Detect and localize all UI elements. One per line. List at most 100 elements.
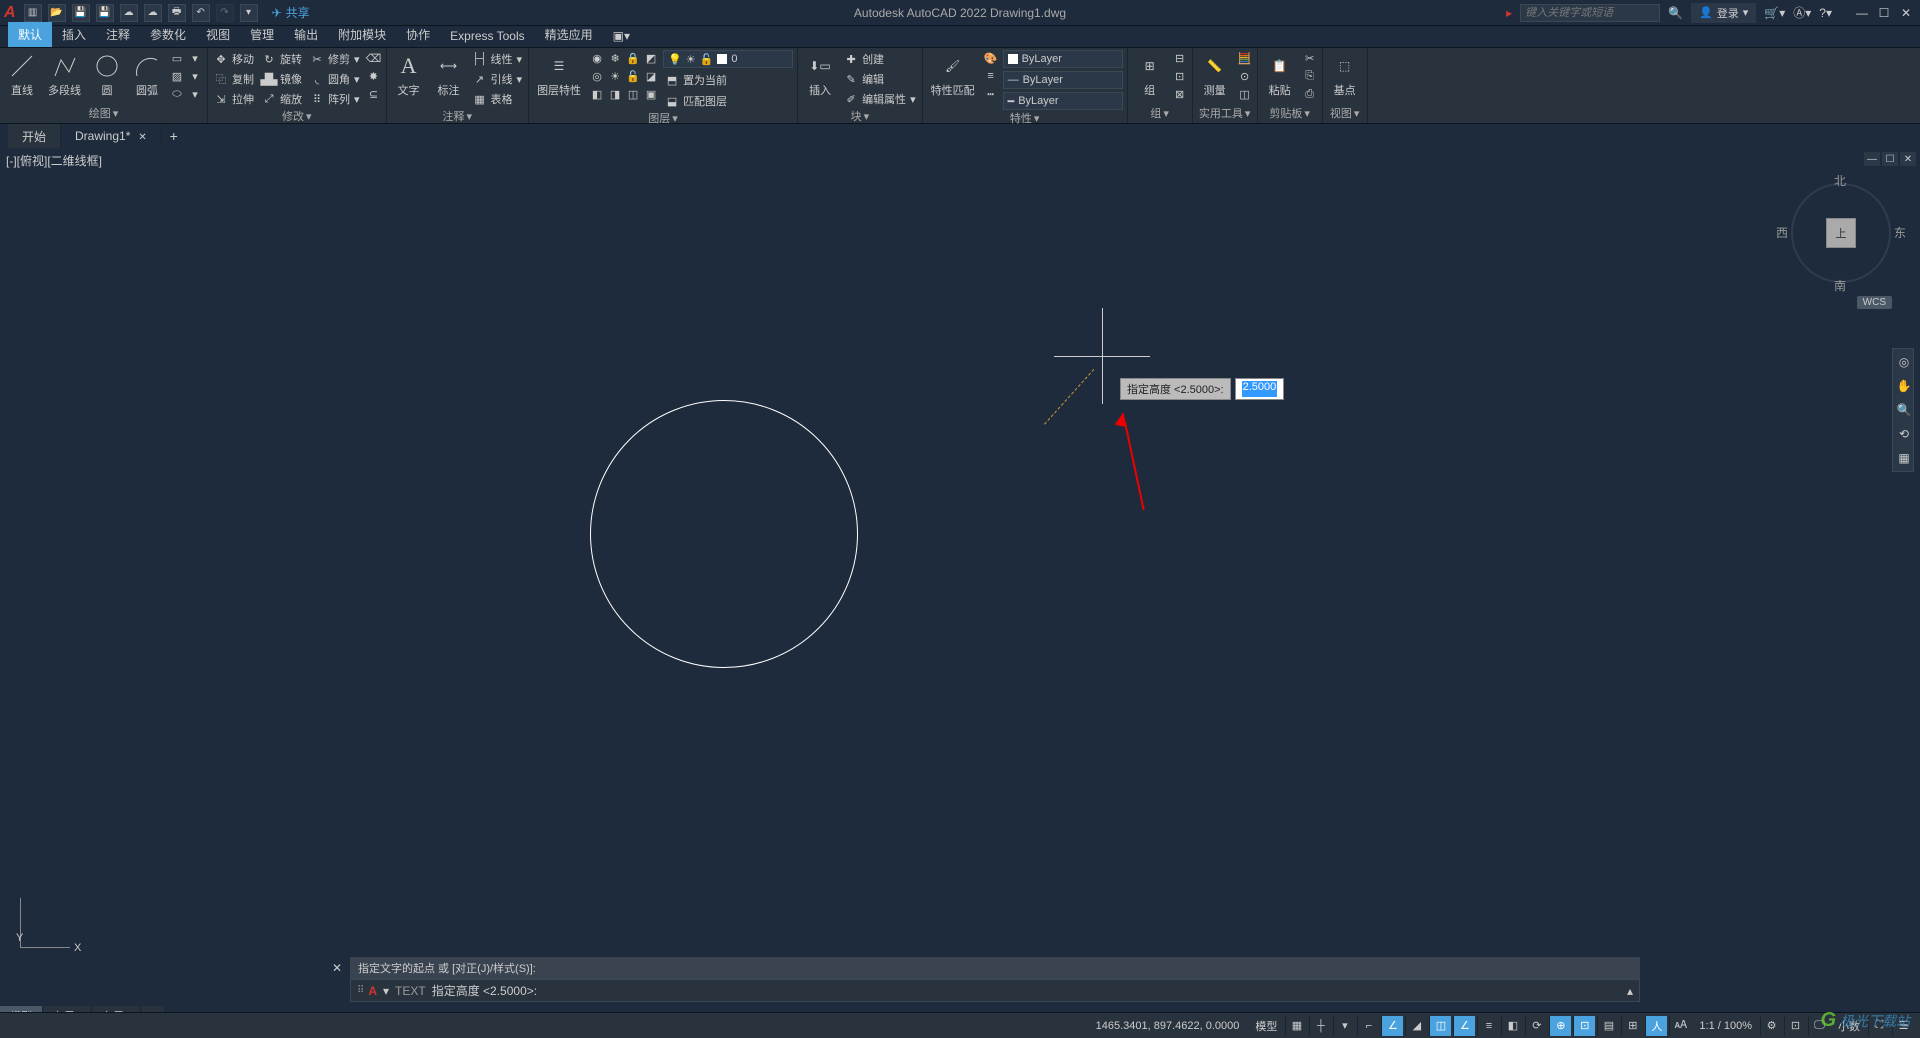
status-annotation-icon[interactable]: 人 <box>1645 1016 1667 1036</box>
table-button[interactable]: ▦表格 <box>471 90 525 108</box>
calc-icon[interactable]: 🧮 <box>1237 50 1253 66</box>
exchange-icon[interactable]: 🛒▾ <box>1764 6 1785 20</box>
line-button[interactable]: 直线 <box>4 50 40 100</box>
status-infer-icon[interactable]: ▾ <box>1333 1016 1355 1036</box>
layer-freeze-icon[interactable]: ❄ <box>607 50 623 66</box>
base-button[interactable]: ⬚基点 <box>1327 50 1363 100</box>
status-polar-icon[interactable]: ∠ <box>1381 1016 1403 1036</box>
layer-misc4-icon[interactable]: ▣ <box>643 86 659 102</box>
chevron-down-icon[interactable]: ▾ <box>864 110 870 123</box>
mirror-button[interactable]: ▟▙镜像 <box>260 70 304 88</box>
viewcube[interactable]: 上 北 南 西 东 <box>1786 178 1896 288</box>
qat-dropdown-icon[interactable]: ▾ <box>240 4 258 22</box>
status-annoscale-icon[interactable]: 🗚 <box>1669 1016 1691 1036</box>
chevron-down-icon[interactable]: ▾ <box>1034 112 1040 125</box>
ribbon-tab-view[interactable]: 视图 <box>196 22 240 47</box>
select-icon[interactable]: ◫ <box>1237 86 1253 102</box>
doc-tab-drawing1[interactable]: Drawing1*✕ <box>61 125 162 147</box>
ribbon-tab-default[interactable]: 默认 <box>8 22 52 47</box>
status-snap-icon[interactable]: ┼ <box>1309 1016 1331 1036</box>
chevron-down-icon[interactable]: ▾ <box>1163 107 1169 120</box>
search-input[interactable] <box>1520 4 1660 22</box>
qat-saveweb-icon[interactable]: ☁ <box>144 4 162 22</box>
block-editattr-button[interactable]: ✐编辑属性 ▾ <box>842 90 918 108</box>
circle-button[interactable]: 圆 <box>89 50 125 100</box>
a360-icon[interactable]: Ⓐ▾ <box>1793 4 1811 21</box>
lineweight-icon[interactable]: ≡ <box>983 68 999 84</box>
viewcube-east[interactable]: 东 <box>1894 224 1906 241</box>
layer-misc2-icon[interactable]: ◨ <box>607 86 623 102</box>
block-edit-button[interactable]: ✎编辑 <box>842 70 918 88</box>
drawing-viewport[interactable]: [-][俯视][二维线框] — ☐ ✕ 上 北 南 西 东 WCS ◎ ✋ 🔍 … <box>0 148 1920 1008</box>
qat-open-icon[interactable]: 📂 <box>48 4 66 22</box>
layer-off-icon[interactable]: ◉ <box>589 50 605 66</box>
qat-save-icon[interactable]: 💾 <box>72 4 90 22</box>
layer-iso-icon[interactable]: ◩ <box>643 50 659 66</box>
measure-button[interactable]: 📏测量 <box>1197 50 1233 100</box>
vp-minimize-icon[interactable]: — <box>1864 152 1880 166</box>
cut-icon[interactable]: ✂ <box>1302 50 1318 66</box>
viewport-label[interactable]: [-][俯视][二维线框] <box>6 152 102 169</box>
chevron-down-icon[interactable]: ▾ <box>187 50 203 66</box>
status-grid-icon[interactable]: ▦ <box>1285 1016 1307 1036</box>
search-arrow-icon[interactable]: ▸ <box>1506 6 1512 20</box>
layer-on-icon[interactable]: ◎ <box>589 68 605 84</box>
layer-misc1-icon[interactable]: ◧ <box>589 86 605 102</box>
chevron-down-icon[interactable]: ▾ <box>306 110 312 123</box>
chevron-down-icon[interactable]: ▾ <box>187 86 203 102</box>
status-otrack-icon[interactable]: ∠ <box>1453 1016 1475 1036</box>
color-combo[interactable]: ByLayer <box>1003 50 1123 68</box>
hatch-icon[interactable]: ▨ <box>169 68 185 84</box>
command-close-icon[interactable]: ✕ <box>332 961 342 975</box>
vp-maximize-icon[interactable]: ☐ <box>1882 152 1898 166</box>
linear-button[interactable]: ├┤线性 ▾ <box>471 50 525 68</box>
text-button[interactable]: A文字 <box>391 50 427 100</box>
viewcube-top[interactable]: 上 <box>1826 218 1856 248</box>
command-up-icon[interactable]: ▴ <box>1627 984 1633 998</box>
command-input-row[interactable]: ⠿ A ▾ TEXT 指定高度 <2.5000>: ▴ <box>350 979 1640 1002</box>
copy-clip-icon[interactable]: ⎘ <box>1302 68 1318 84</box>
close-button[interactable]: ✕ <box>1896 5 1916 21</box>
ribbon-tab-manage[interactable]: 管理 <box>240 22 284 47</box>
status-workspace-icon[interactable]: ⊡ <box>1784 1016 1806 1036</box>
block-create-button[interactable]: ✚创建 <box>842 50 918 68</box>
chevron-down-icon[interactable]: ▾ <box>467 110 473 123</box>
rect-icon[interactable]: ▭ <box>169 50 185 66</box>
status-gear-icon[interactable]: ⚙ <box>1760 1016 1782 1036</box>
layer-unlock-icon[interactable]: 🔓 <box>625 68 641 84</box>
chevron-down-icon[interactable]: ▾ <box>672 112 678 125</box>
status-quickprops-icon[interactable]: ▤ <box>1597 1016 1619 1036</box>
erase-icon[interactable]: ⌫ <box>366 50 382 66</box>
ribbon-tab-annotate[interactable]: 注释 <box>96 22 140 47</box>
group-button[interactable]: ⊞组 <box>1132 50 1168 100</box>
command-text-input[interactable] <box>543 985 1621 997</box>
paste-special-icon[interactable]: ⎙ <box>1302 86 1318 102</box>
viewcube-north[interactable]: 北 <box>1834 172 1846 189</box>
layer-lock-icon[interactable]: 🔒 <box>625 50 641 66</box>
help-icon[interactable]: ?▾ <box>1819 6 1832 20</box>
chevron-down-icon[interactable]: ▾ <box>383 984 389 998</box>
vp-close-icon[interactable]: ✕ <box>1900 152 1916 166</box>
new-tab-button[interactable]: + <box>162 128 186 144</box>
layer-misc3-icon[interactable]: ◫ <box>625 86 641 102</box>
qat-plot-icon[interactable]: 🖶 <box>168 4 186 22</box>
layer-thaw-icon[interactable]: ☀ <box>607 68 623 84</box>
wcs-badge[interactable]: WCS <box>1857 296 1892 309</box>
viewcube-west[interactable]: 西 <box>1776 224 1788 241</box>
fillet-button[interactable]: ◟圆角 ▾ <box>308 70 362 88</box>
chevron-down-icon[interactable]: ▾ <box>1304 107 1310 120</box>
point-icon[interactable]: ⊙ <box>1237 68 1253 84</box>
rotate-button[interactable]: ↻旋转 <box>260 50 304 68</box>
ribbon-tab-express[interactable]: Express Tools <box>440 25 534 47</box>
qat-saveas-icon[interactable]: 💾 <box>96 4 114 22</box>
match-props-button[interactable]: 🖌特性匹配 <box>927 50 979 100</box>
status-dyn-icon[interactable]: ⊕ <box>1549 1016 1571 1036</box>
share-button[interactable]: ✈ 共享 <box>272 4 310 21</box>
status-iso-icon[interactable]: ◢ <box>1405 1016 1427 1036</box>
command-drag-handle-icon[interactable]: ⠿ <box>357 985 362 996</box>
minimize-button[interactable]: — <box>1852 5 1872 21</box>
chevron-down-icon[interactable]: ▾ <box>187 68 203 84</box>
status-scale[interactable]: 1:1 / 100% <box>1693 1020 1758 1032</box>
qat-undo-icon[interactable]: ↶ <box>192 4 210 22</box>
leader-button[interactable]: ↗引线 ▾ <box>471 70 525 88</box>
